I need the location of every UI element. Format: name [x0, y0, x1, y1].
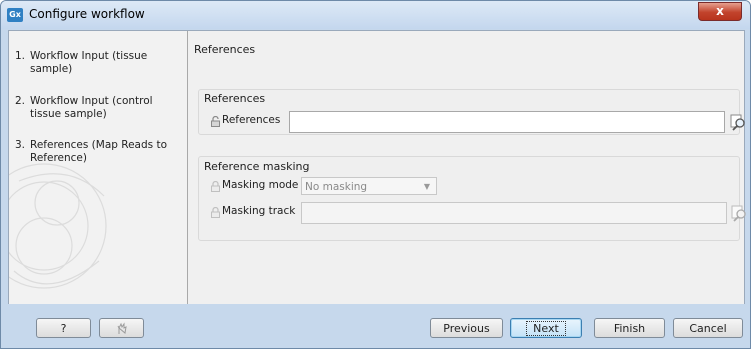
- references-label: References: [222, 114, 281, 126]
- step-number: 2.: [15, 95, 26, 107]
- browse-references-icon[interactable]: [729, 113, 747, 131]
- masking-track-label: Masking track: [222, 205, 296, 217]
- lock-icon[interactable]: [211, 207, 220, 218]
- window-title: Configure workflow: [29, 7, 145, 21]
- browse-masking-track-icon[interactable]: [730, 204, 748, 222]
- reference-masking-group: Reference masking Masking mode No maskin…: [198, 156, 746, 241]
- references-group: References References: [198, 89, 745, 135]
- next-button[interactable]: Next: [510, 318, 582, 338]
- step-label: Workflow Input (tissue sample): [30, 50, 148, 75]
- references-input[interactable]: [289, 111, 725, 133]
- gx-app-icon: Gx: [7, 8, 23, 22]
- wizard-steps-sidebar: 1. Workflow Input (tissue sample) 2. Wor…: [9, 31, 188, 304]
- masking-mode-value: No masking: [305, 181, 368, 193]
- dialog-content: 1. Workflow Input (tissue sample) 2. Wor…: [8, 30, 746, 305]
- masking-mode-label: Masking mode: [222, 179, 299, 191]
- title-bar: Gx Configure workflow x: [1, 1, 750, 29]
- previous-button[interactable]: Previous: [430, 318, 503, 338]
- chevron-down-icon: ▼: [423, 182, 430, 191]
- group-title: References: [204, 92, 266, 105]
- help-button[interactable]: ?: [36, 318, 91, 338]
- masking-mode-select[interactable]: No masking ▼: [301, 177, 437, 195]
- cancel-button[interactable]: Cancel: [673, 318, 743, 338]
- lock-open-icon[interactable]: [211, 116, 220, 127]
- close-button[interactable]: x: [698, 2, 742, 21]
- step-label: Workflow Input (control tissue sample): [30, 95, 153, 120]
- finish-button[interactable]: Finish: [594, 318, 665, 338]
- dna-watermark-icon: [9, 163, 107, 289]
- hand-icon: [117, 322, 127, 334]
- close-icon: x: [716, 4, 724, 18]
- main-panel: References References References Referen…: [189, 31, 746, 304]
- lock-icon[interactable]: [211, 181, 220, 192]
- reset-button[interactable]: [99, 318, 144, 338]
- group-title: Reference masking: [204, 160, 310, 173]
- button-bar: ? Previous Next Finish Cancel: [1, 304, 750, 348]
- masking-track-input[interactable]: [301, 202, 727, 224]
- next-button-label: Next: [526, 321, 566, 336]
- page-title: References: [194, 43, 256, 56]
- step-number: 1.: [15, 50, 26, 62]
- configure-workflow-dialog: Gx Configure workflow x 1. Workflow Inpu…: [0, 0, 751, 349]
